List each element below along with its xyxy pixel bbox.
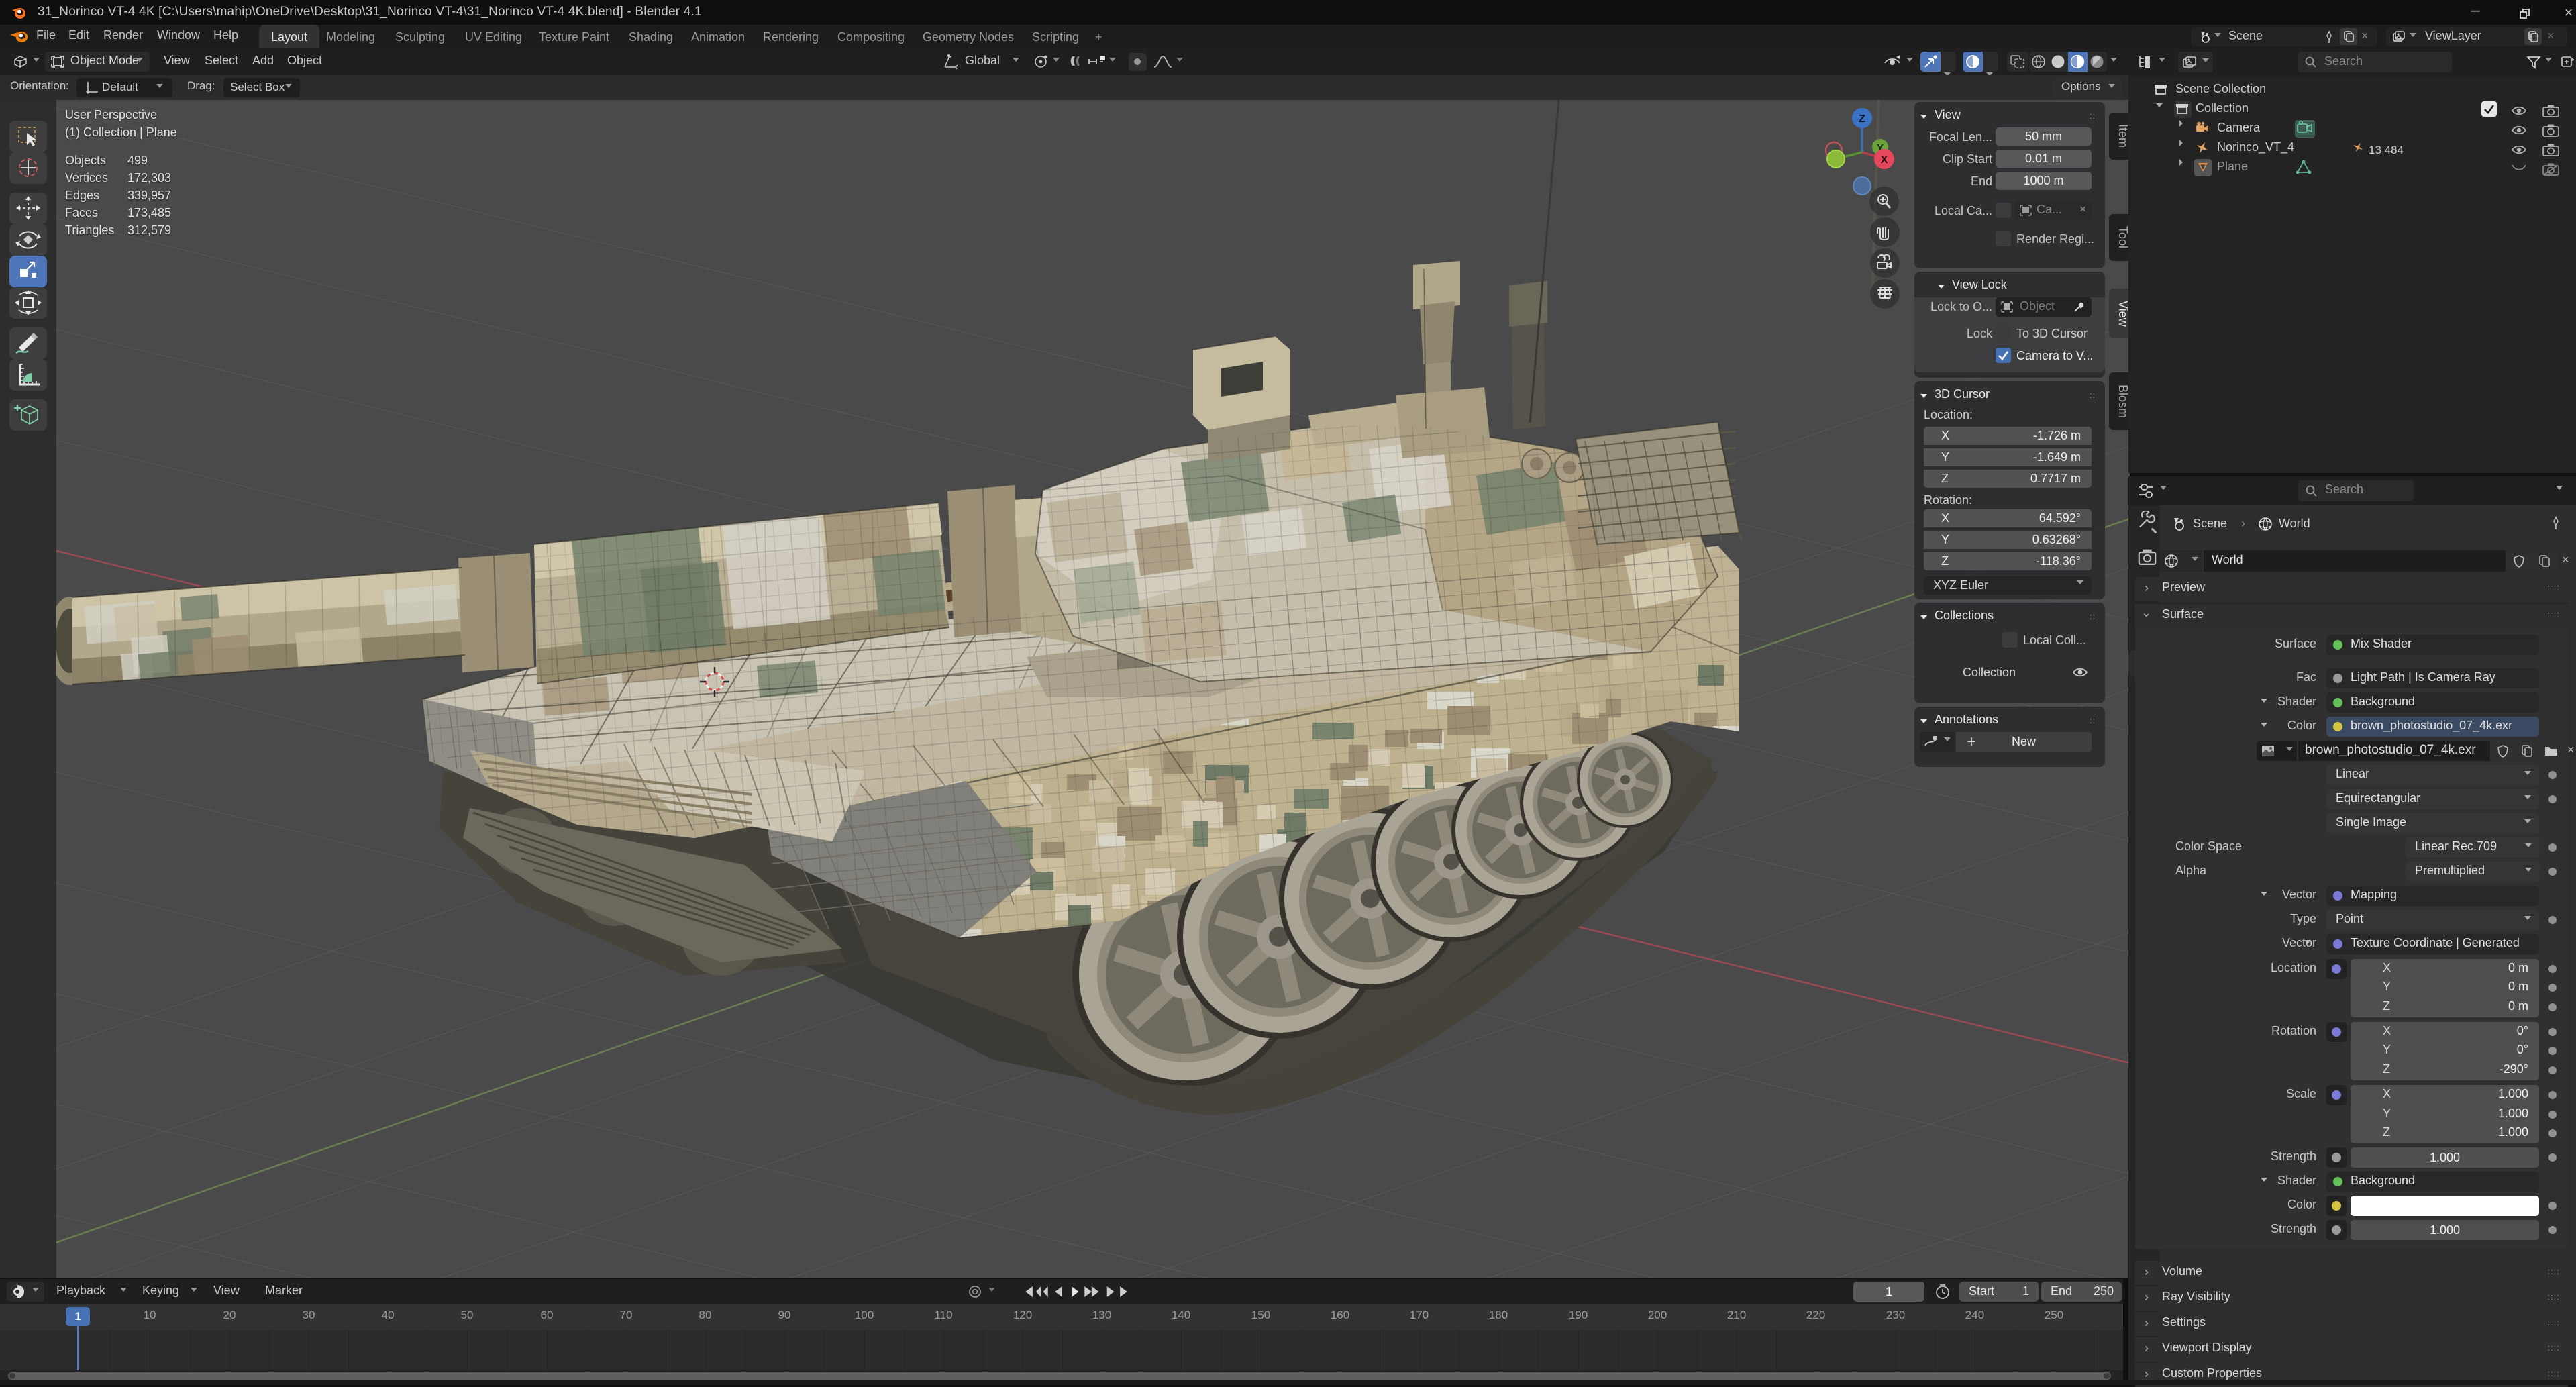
svg-text:Z: Z — [1859, 113, 1865, 125]
svg-text:X: X — [1881, 154, 1888, 166]
